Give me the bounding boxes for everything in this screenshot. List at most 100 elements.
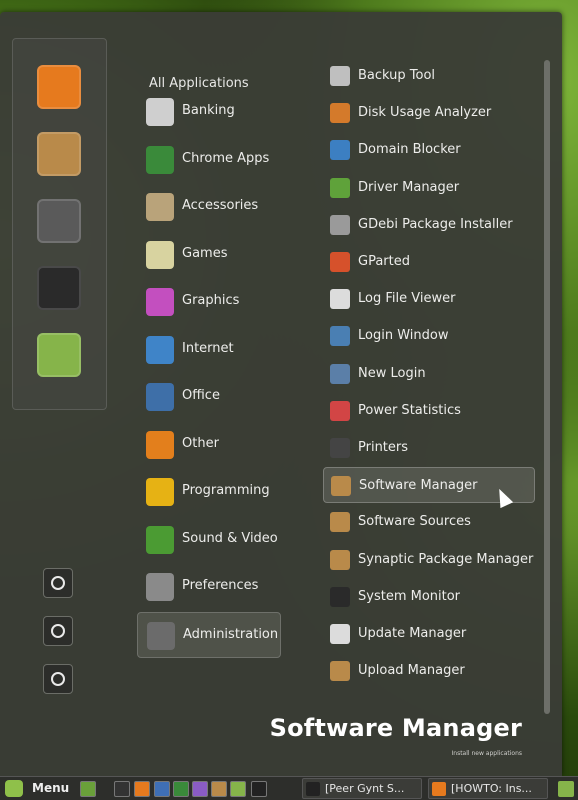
- power-icon[interactable]: [43, 664, 73, 694]
- application-menu: All Applications Banking Chrome Apps Acces…: [0, 12, 562, 776]
- selected-app-title: Software Manager: [269, 714, 522, 742]
- category-office[interactable]: Office: [137, 374, 281, 420]
- power-statistics-icon: [330, 400, 350, 421]
- app-system-monitor[interactable]: System Monitor: [323, 579, 535, 615]
- category-label: Other: [182, 435, 219, 451]
- category-graphics[interactable]: Graphics: [137, 279, 281, 325]
- category-administration[interactable]: Administration: [137, 611, 281, 658]
- scrollbar[interactable]: [544, 60, 550, 714]
- app-gdebi-package-installer[interactable]: GDebi Package Installer: [323, 207, 535, 243]
- app-label: Driver Manager: [358, 179, 460, 195]
- app-new-login[interactable]: New Login: [323, 356, 535, 392]
- app-power-statistics[interactable]: Power Statistics: [323, 393, 535, 429]
- firefox-launcher-icon[interactable]: [134, 781, 150, 797]
- app-upload-manager[interactable]: Upload Manager: [323, 653, 535, 689]
- software-manager-launcher-icon[interactable]: [211, 781, 227, 797]
- app-label: Software Sources: [358, 514, 471, 530]
- app-domain-blocker[interactable]: Domain Blocker: [323, 132, 535, 168]
- app-label: Software Manager: [359, 478, 478, 494]
- category-chrome-apps[interactable]: Chrome Apps: [137, 137, 281, 183]
- app-gparted[interactable]: GParted: [323, 244, 535, 280]
- package-installer-icon[interactable]: [37, 132, 81, 176]
- app-label: Synaptic Package Manager: [358, 551, 534, 567]
- driver-manager-icon: [330, 177, 350, 198]
- category-sound-video[interactable]: Sound & Video: [137, 517, 281, 563]
- thunderbird-launcher-icon[interactable]: [154, 781, 170, 797]
- category-label: Chrome Apps: [182, 150, 270, 166]
- chrome-icon: [146, 145, 174, 174]
- window-button[interactable]: [Peer Gynt S...: [302, 778, 422, 799]
- other-icon: [146, 430, 174, 459]
- category-label: Banking: [182, 103, 235, 118]
- files-launcher-icon[interactable]: [230, 781, 246, 797]
- app-label: Log File Viewer: [358, 291, 456, 307]
- app-printers[interactable]: Printers: [323, 430, 535, 466]
- chrome-launcher-icon[interactable]: [173, 781, 189, 797]
- app-software-sources[interactable]: Software Sources: [323, 504, 535, 540]
- menu-button[interactable]: Menu: [2, 777, 72, 800]
- domain-blocker-icon: [330, 140, 350, 161]
- category-label: Accessories: [182, 198, 259, 213]
- sound-video-icon: [146, 525, 174, 554]
- app-label: Backup Tool: [358, 68, 436, 83]
- gparted-icon: [330, 252, 350, 272]
- office-icon: [146, 383, 174, 411]
- app-synaptic-package-manager[interactable]: Synaptic Package Manager: [323, 542, 535, 578]
- app-disk-usage-analyzer[interactable]: Disk Usage Analyzer: [323, 95, 535, 131]
- bottom-panel: Menu [Peer Gynt S... [HOWTO: Ins...: [0, 776, 578, 800]
- category-label: Office: [182, 388, 220, 403]
- category-programming[interactable]: Programming: [137, 469, 281, 515]
- software-manager-icon: [331, 476, 351, 497]
- folder-tray-icon[interactable]: [558, 781, 574, 797]
- category-label: Sound & Video: [182, 530, 278, 546]
- category-label: Games: [182, 245, 228, 261]
- terminal-launcher-icon[interactable]: [114, 781, 130, 797]
- music-launcher-icon[interactable]: [251, 781, 267, 797]
- internet-icon: [146, 335, 174, 364]
- app-label: Update Manager: [358, 626, 467, 641]
- app-update-manager[interactable]: Update Manager: [323, 616, 535, 652]
- logout-icon[interactable]: [43, 616, 73, 646]
- log-viewer-icon: [330, 289, 350, 310]
- login-window-icon: [330, 326, 350, 347]
- music-task-icon: [306, 782, 320, 796]
- update-manager-icon: [330, 624, 350, 644]
- category-label: Preferences: [182, 578, 259, 593]
- category-other[interactable]: Other: [137, 422, 281, 468]
- category-games[interactable]: Games: [137, 232, 281, 278]
- show-desktop-icon[interactable]: [80, 781, 96, 797]
- app-label: Domain Blocker: [358, 142, 461, 158]
- system-settings-icon[interactable]: [37, 199, 81, 243]
- app-log-file-viewer[interactable]: Log File Viewer: [323, 281, 535, 317]
- terminal-icon[interactable]: [37, 266, 81, 310]
- app-backup-tool[interactable]: Backup Tool: [323, 58, 535, 94]
- linux-mint-logo-icon: [5, 780, 23, 797]
- category-internet[interactable]: Internet: [137, 327, 281, 373]
- games-icon: [146, 240, 174, 269]
- preferences-icon: [146, 573, 174, 601]
- app-login-window[interactable]: Login Window: [323, 318, 535, 354]
- category-banking[interactable]: Banking: [137, 89, 281, 135]
- pidgin-launcher-icon[interactable]: [192, 781, 208, 797]
- files-folder-icon[interactable]: [37, 333, 81, 377]
- category-label: Administration: [183, 626, 279, 642]
- gdebi-icon: [330, 214, 350, 235]
- software-sources-icon: [330, 512, 350, 533]
- app-driver-manager[interactable]: Driver Manager: [323, 170, 535, 206]
- logout-glyph: [51, 624, 65, 638]
- category-preferences[interactable]: Preferences: [137, 564, 281, 610]
- lock-screen-icon[interactable]: [43, 568, 73, 598]
- administration-icon: [147, 621, 175, 650]
- upload-manager-icon: [330, 661, 350, 682]
- selected-app-description: Install new applications: [451, 750, 523, 757]
- new-login-icon: [330, 363, 350, 384]
- window-button[interactable]: [HOWTO: Ins...: [428, 778, 548, 799]
- category-accessories[interactable]: Accessories: [137, 184, 281, 230]
- category-label: Internet: [182, 340, 234, 356]
- app-label: Login Window: [358, 328, 449, 344]
- firefox-icon[interactable]: [37, 65, 81, 109]
- lock-screen-glyph: [51, 576, 65, 590]
- app-label: Power Statistics: [358, 402, 461, 418]
- app-label: GParted: [358, 254, 410, 269]
- window-title: [HOWTO: Ins...: [451, 782, 532, 795]
